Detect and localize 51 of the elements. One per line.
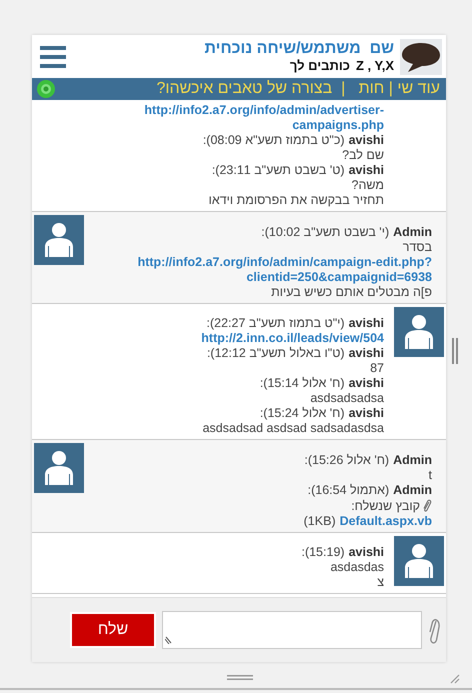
author-name: Admin (393, 483, 432, 498)
message-text: תחזיר בבקשה את הפרסומת וידאו (208, 193, 384, 208)
author-name: avishi (348, 163, 384, 178)
message-time: (15:19): (301, 545, 345, 560)
message-time: (ט"ו באלול תשע"ב 12:12): (206, 346, 345, 361)
gem-icon[interactable] (36, 79, 56, 99)
resize-grip-icon[interactable] (165, 636, 173, 644)
conversation-title: שם משתמש/שיחה נוכחית (203, 40, 394, 58)
participant-names: Z , Y,X (356, 58, 394, 73)
author-name: Admin (393, 225, 432, 240)
subtitle-text: כותבים לך (290, 58, 350, 73)
message-text: שם לב? (342, 148, 384, 163)
file-link[interactable]: Default.aspx.vb (340, 514, 432, 529)
menu-icon[interactable] (40, 46, 66, 68)
author-name: avishi (348, 133, 384, 148)
message-text: t (428, 468, 432, 483)
paperclip-icon (422, 498, 432, 514)
attachment-label: קובץ שנשלח: (351, 498, 420, 514)
message-text: asdasdas (330, 560, 384, 575)
author-name: avishi (348, 346, 384, 361)
message-text: בסדר (402, 240, 432, 255)
author-name: avishi (348, 406, 384, 421)
message-time: (י"ט בתמוז תשע"ב 22:27): (206, 316, 345, 331)
author-name: avishi (348, 376, 384, 391)
message-text: משה? (352, 178, 384, 193)
tab-links[interactable]: עוד שי | חות | בצורה של טאבים איכשהו? (156, 80, 440, 98)
message-time: (ח' אלול 15:14): (260, 376, 345, 391)
message-time: (ח' אלול 15:26): (304, 453, 390, 468)
message-link[interactable]: http://info2.a7.org/info/admin/advertiser-campaigns.php (74, 103, 384, 133)
author-name: avishi (348, 316, 384, 331)
message-text: צ (377, 575, 384, 590)
message-link[interactable]: http://2.inn.co.il/leads/view/504 (201, 331, 384, 346)
drag-handle-icon[interactable] (227, 675, 253, 680)
author-name: Admin (393, 453, 432, 468)
message-time: (י' בשבט תשע"ב 10:02): (261, 225, 390, 240)
speech-bubble-icon (400, 38, 442, 74)
message-link[interactable]: http://info2.a7.org/info/admin/campaign-edit.php?clientid=250&campaignid=6938 (120, 255, 432, 285)
author-name: avishi (348, 545, 384, 560)
file-size: (1KB) (304, 514, 336, 529)
scroll-grip-icon[interactable] (452, 338, 458, 364)
message-text: asdsadsadsa (310, 391, 384, 406)
message-text: 87 (370, 361, 384, 376)
resize-handle-icon[interactable] (450, 674, 460, 684)
message-time: (כ"ט בתמוז תשע"א 08:09): (202, 133, 345, 148)
message-text: asdsadsad asdsad sadsadasdsa (202, 421, 384, 436)
message-input[interactable] (162, 611, 422, 649)
message-text: פ]ה מבטלים אותם כשיש בעיות (271, 285, 432, 300)
send-button[interactable]: שלח (70, 612, 156, 648)
message-time: (ח' אלול 15:24): (260, 406, 345, 421)
message-time: (ט' בשבט תשע"ב 23:11): (212, 163, 345, 178)
message-time: (אתמול 16:54): (308, 483, 390, 498)
